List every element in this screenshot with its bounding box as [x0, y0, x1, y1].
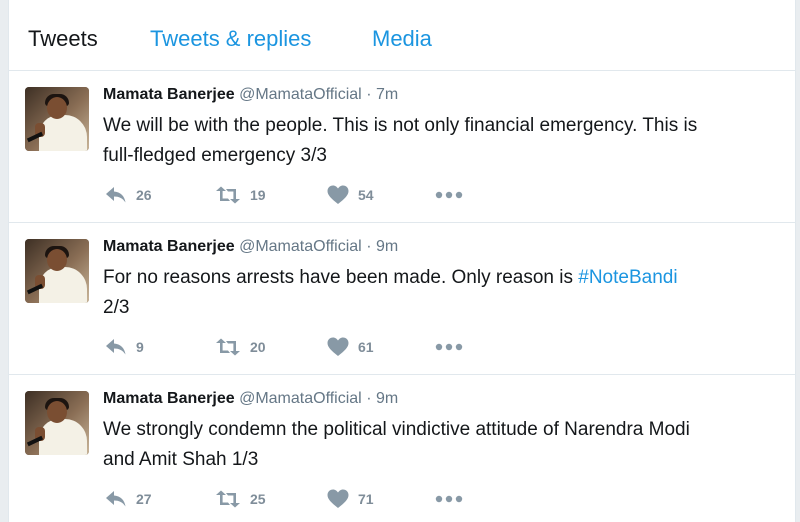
more-icon	[435, 191, 463, 199]
reply-icon	[105, 186, 127, 204]
tweet-text-segment: For no reasons arrests have been made. O…	[103, 267, 579, 288]
tweet[interactable]: Mamata Banerjee @MamataOfficial · 7m We …	[9, 71, 795, 223]
more-icon	[435, 343, 463, 351]
reply-count: 27	[136, 491, 152, 507]
more-options-button[interactable]	[435, 183, 463, 207]
tweet-text-line: We strongly condemn the political vindic…	[103, 419, 690, 440]
more-icon	[435, 495, 463, 503]
avatar[interactable]	[25, 87, 89, 151]
reply-count: 26	[136, 187, 152, 203]
like-button[interactable]: 71	[327, 487, 374, 511]
author-name[interactable]: Mamata Banerjee	[103, 86, 235, 103]
tab-tweets-and-replies[interactable]: Tweets & replies	[150, 26, 311, 52]
like-count: 54	[358, 187, 374, 203]
tweet-timestamp[interactable]: 9m	[376, 390, 398, 407]
author-handle[interactable]: @MamataOfficial	[239, 238, 362, 255]
author-handle[interactable]: @MamataOfficial	[239, 390, 362, 407]
heart-icon	[327, 337, 349, 357]
tweet-header: Mamata Banerjee @MamataOfficial · 7m	[103, 86, 398, 104]
separator-dot: ·	[366, 238, 372, 255]
author-handle[interactable]: @MamataOfficial	[239, 86, 362, 103]
tweet-text-line: We will be with the people. This is not …	[103, 115, 698, 136]
author-name[interactable]: Mamata Banerjee	[103, 390, 235, 407]
like-button[interactable]: 54	[327, 183, 374, 207]
tweet[interactable]: Mamata Banerjee @MamataOfficial · 9m We …	[9, 375, 795, 522]
separator-dot: ·	[366, 86, 372, 103]
tweet-text: For no reasons arrests have been made. O…	[103, 263, 783, 323]
tweet-text-line: and Amit Shah 1/3	[103, 449, 259, 470]
like-button[interactable]: 61	[327, 335, 374, 359]
retweet-button[interactable]: 20	[215, 335, 266, 359]
heart-icon	[327, 185, 349, 205]
reply-button[interactable]: 26	[105, 183, 152, 207]
retweet-button[interactable]: 19	[215, 183, 266, 207]
retweet-icon	[215, 186, 241, 204]
retweet-button[interactable]: 25	[215, 487, 266, 511]
tweet[interactable]: Mamata Banerjee @MamataOfficial · 9m For…	[9, 223, 795, 375]
like-count: 71	[358, 491, 374, 507]
more-options-button[interactable]	[435, 335, 463, 359]
separator-dot: ·	[366, 390, 372, 407]
retweet-count: 20	[250, 339, 266, 355]
tweet-actions: 26 19 54	[105, 183, 505, 207]
tweet-actions: 9 20 61	[105, 335, 505, 359]
tab-media[interactable]: Media	[372, 26, 432, 52]
tweet-actions: 27 25 71	[105, 487, 505, 511]
like-count: 61	[358, 339, 374, 355]
reply-button[interactable]: 9	[105, 335, 144, 359]
hashtag-link[interactable]: #NoteBandi	[578, 267, 677, 288]
tweet-timestamp[interactable]: 7m	[376, 86, 398, 103]
retweet-icon	[215, 490, 241, 508]
tweet-timestamp[interactable]: 9m	[376, 238, 398, 255]
timeline-panel: Tweets Tweets & replies Media Mamata Ban…	[8, 0, 796, 522]
retweet-count: 25	[250, 491, 266, 507]
tweet-text-line: full-fledged emergency 3/3	[103, 145, 327, 166]
tab-tweets[interactable]: Tweets	[28, 26, 98, 52]
author-name[interactable]: Mamata Banerjee	[103, 238, 235, 255]
reply-button[interactable]: 27	[105, 487, 152, 511]
tweet-header: Mamata Banerjee @MamataOfficial · 9m	[103, 390, 398, 408]
avatar[interactable]	[25, 391, 89, 455]
retweet-count: 19	[250, 187, 266, 203]
profile-tabs: Tweets Tweets & replies Media	[9, 0, 795, 71]
tweet-text: We strongly condemn the political vindic…	[103, 415, 783, 475]
avatar[interactable]	[25, 239, 89, 303]
heart-icon	[327, 489, 349, 509]
tweet-text: We will be with the people. This is not …	[103, 111, 783, 171]
tweet-text-line: For no reasons arrests have been made. O…	[103, 263, 783, 293]
tweet-header: Mamata Banerjee @MamataOfficial · 9m	[103, 238, 398, 256]
more-options-button[interactable]	[435, 487, 463, 511]
reply-count: 9	[136, 339, 144, 355]
reply-icon	[105, 490, 127, 508]
reply-icon	[105, 338, 127, 356]
tweet-text-line: 2/3	[103, 297, 130, 318]
retweet-icon	[215, 338, 241, 356]
